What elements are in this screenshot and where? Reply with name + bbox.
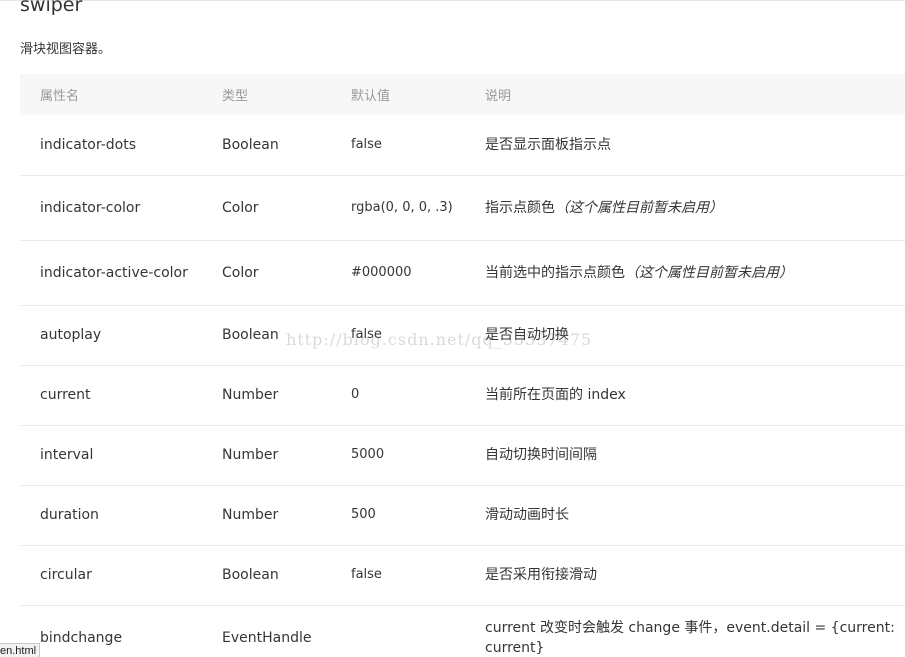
- prop-type: Number: [202, 485, 331, 546]
- prop-name: current: [20, 365, 202, 426]
- prop-default: [331, 605, 465, 657]
- prop-description: 是否显示面板指示点: [465, 115, 905, 176]
- header-description: 说明: [465, 74, 905, 115]
- component-description: 滑块视图容器。: [20, 42, 112, 57]
- table-header-row: 属性名 类型 默认值 说明: [20, 74, 905, 115]
- page: swiper 滑块视图容器。 属性名 类型 默认值 说明 indicator-d…: [0, 0, 905, 657]
- prop-type: Boolean: [202, 545, 331, 606]
- prop-desc-text: 是否显示面板指示点: [485, 136, 611, 153]
- prop-name: autoplay: [20, 305, 202, 366]
- prop-default: false: [331, 545, 465, 606]
- prop-desc-text: 滑动动画时长: [485, 507, 569, 523]
- prop-type: Color: [202, 175, 331, 241]
- prop-description: 自动切换时间间隔: [465, 425, 905, 486]
- prop-desc-note: （这个属性目前暂未启用）: [555, 199, 723, 216]
- prop-type: Number: [202, 365, 331, 426]
- prop-default: 5000: [331, 425, 465, 486]
- table-row: interval Number 5000 自动切换时间间隔: [20, 425, 905, 486]
- table-row: indicator-dots Boolean false 是否显示面板指示点: [20, 115, 905, 176]
- status-bar-link: en.html: [0, 643, 41, 657]
- prop-name: duration: [20, 485, 202, 546]
- header-default: 默认值: [331, 74, 465, 115]
- prop-default: #000000: [331, 240, 465, 306]
- prop-description: 滑动动画时长: [465, 485, 905, 546]
- prop-default: rgba(0, 0, 0, .3): [331, 175, 465, 241]
- prop-desc-text: 当前所在页面的 index: [485, 387, 626, 403]
- prop-default: false: [331, 115, 465, 176]
- prop-type: EventHandle: [202, 605, 331, 657]
- blog-watermark: http://blog.csdn.net/qq_33337475: [286, 330, 593, 349]
- table-row: indicator-color Color rgba(0, 0, 0, .3) …: [20, 175, 905, 241]
- prop-desc-text: 自动切换时间间隔: [485, 447, 597, 463]
- prop-type: Number: [202, 425, 331, 486]
- prop-name: bindchange: [20, 605, 202, 657]
- prop-desc-text: current 改变时会触发 change 事件，event.detail = …: [485, 620, 895, 656]
- top-divider: [0, 0, 905, 1]
- prop-desc-text: 指示点颜色: [485, 199, 555, 216]
- header-type: 类型: [202, 74, 331, 115]
- prop-name: interval: [20, 425, 202, 486]
- prop-type: Color: [202, 240, 331, 306]
- table-row: circular Boolean false 是否采用衔接滑动: [20, 545, 905, 606]
- prop-name: circular: [20, 545, 202, 606]
- prop-description: 是否采用衔接滑动: [465, 545, 905, 606]
- prop-desc-note: （这个属性目前暂未启用）: [625, 264, 793, 281]
- prop-name: indicator-dots: [20, 115, 202, 176]
- prop-description: 当前选中的指示点颜色（这个属性目前暂未启用）: [465, 240, 905, 306]
- prop-default: 500: [331, 485, 465, 546]
- prop-desc-text: 是否采用衔接滑动: [485, 567, 597, 583]
- prop-description: 当前所在页面的 index: [465, 365, 905, 426]
- header-name: 属性名: [20, 74, 202, 115]
- prop-description: 指示点颜色（这个属性目前暂未启用）: [465, 175, 905, 241]
- prop-description: current 改变时会触发 change 事件，event.detail = …: [465, 605, 905, 657]
- prop-type: Boolean: [202, 115, 331, 176]
- prop-desc-text: 当前选中的指示点颜色: [485, 264, 625, 281]
- properties-table: 属性名 类型 默认值 说明 indicator-dots Boolean fal…: [20, 74, 905, 657]
- table-row: duration Number 500 滑动动画时长: [20, 485, 905, 546]
- prop-name: indicator-active-color: [20, 240, 202, 306]
- prop-name: indicator-color: [20, 175, 202, 241]
- component-heading: swiper: [20, 0, 83, 16]
- table-row: current Number 0 当前所在页面的 index: [20, 365, 905, 426]
- table-row: bindchange EventHandle current 改变时会触发 ch…: [20, 605, 905, 657]
- prop-default: 0: [331, 365, 465, 426]
- table-row: indicator-active-color Color #000000 当前选…: [20, 240, 905, 306]
